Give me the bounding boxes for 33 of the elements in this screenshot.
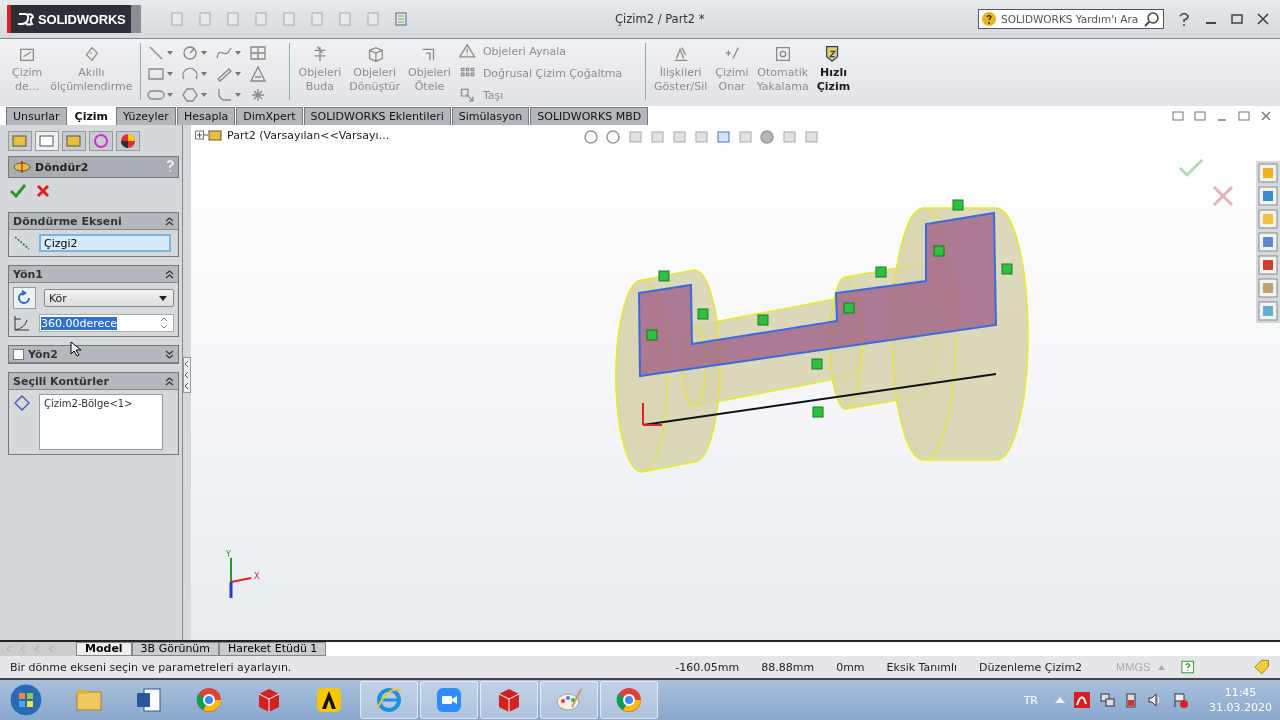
ribbon-tab[interactable]: Simülasyon <box>451 107 530 125</box>
edit-mode: Düzenleme Çizim2 <box>979 660 1083 674</box>
help-search-field[interactable]: SOLIDWORKS Yardım'ı Ara <box>978 9 1164 29</box>
angle-field[interactable]: 360.00derece <box>39 314 174 332</box>
axis-label: Y <box>226 550 231 559</box>
feature-header: Döndür2 <box>8 156 179 178</box>
model-view-tab[interactable]: 3B Görünüm <box>131 642 220 656</box>
rapid-tool-button[interactable]: Hızlı Çizim <box>814 41 853 97</box>
ribbon-tab[interactable]: DimXpert <box>236 107 303 125</box>
ribbon-tab[interactable]: SOLIDWORKS Eklentileri <box>303 107 451 125</box>
section-header[interactable]: Yön1 <box>9 266 178 283</box>
axis-field[interactable]: Çizgi2 <box>39 234 171 252</box>
coordinate-y: 88.88mm <box>761 660 815 674</box>
end-condition-dropdown[interactable]: Kör <box>43 289 174 307</box>
section-header[interactable]: Yön2 <box>9 346 178 363</box>
model-view-tab[interactable]: Hareket Etüdü 1 <box>219 642 327 656</box>
sketch-status: Eksik Tanımlı <box>886 660 958 674</box>
section-header[interactable]: Seçili Kontürler <box>9 373 178 390</box>
window-title: Çizim2 / Part2 * <box>615 12 706 26</box>
ribbon-tab[interactable]: Yüzeyler <box>116 107 176 125</box>
contours-list[interactable]: Çizim2-Bölge<1> <box>39 394 163 450</box>
ribbon-tab[interactable]: SOLIDWORKS MBD <box>530 107 649 125</box>
coordinate-z: 0mm <box>836 660 865 674</box>
contour-list-item[interactable]: Çizim2-Bölge<1> <box>44 398 158 409</box>
section-header[interactable]: Döndürme Ekseni <box>9 213 178 230</box>
coordinate-x: -160.05mm <box>675 660 740 674</box>
status-message: Bir dönme ekseni seçin ve parametreleri ayarlayın. <box>10 660 293 674</box>
ribbon-tab[interactable]: Hesapla <box>176 107 236 125</box>
axis-label: X <box>254 572 260 581</box>
feature-tree-item[interactable]: Part2 (Varsayılan<<Varsayı... <box>195 128 390 142</box>
ribbon-tab[interactable]: Unsurlar <box>6 107 67 125</box>
model-view-tab[interactable]: Model <box>76 642 132 656</box>
app-logo: SOLIDWORKS <box>7 5 131 33</box>
